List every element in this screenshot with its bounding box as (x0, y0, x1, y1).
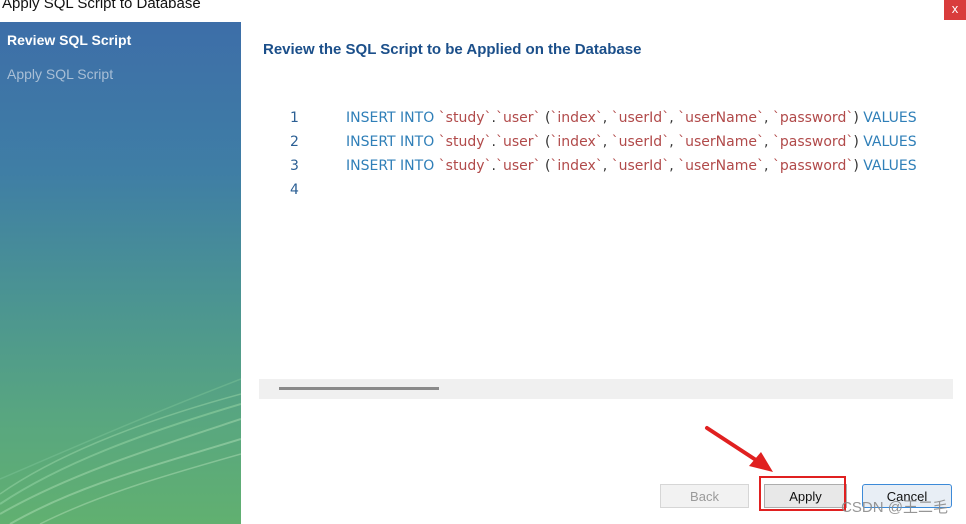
line-number: 3 (290, 158, 299, 174)
code-line: 3 INSERT INTO `study`.`user` (`index`, `… (259, 158, 953, 182)
sql-column: `password` (772, 134, 854, 150)
sidebar-decoration (0, 378, 241, 524)
sql-column: `userId` (611, 110, 670, 126)
back-button[interactable]: Back (660, 484, 749, 508)
apply-button[interactable]: Apply (764, 484, 847, 508)
sql-punct: , (763, 158, 773, 174)
sql-keyword: VALUES (863, 158, 917, 174)
sql-column: `userName` (678, 110, 764, 126)
line-number: 4 (290, 182, 299, 198)
code-line: 4 (259, 182, 953, 206)
sql-keyword: VALUES (863, 134, 917, 150)
sql-punct: , (669, 110, 679, 126)
sql-column: `index` (550, 134, 603, 150)
sql-punct: , (602, 110, 612, 126)
sql-column: `userName` (678, 158, 764, 174)
sql-column: `password` (772, 158, 854, 174)
sql-punct: ( (540, 110, 551, 126)
sql-punct: , (763, 110, 773, 126)
close-icon: x (951, 1, 959, 16)
sql-schema: `study` (438, 158, 492, 174)
close-button[interactable]: x (944, 0, 966, 20)
sql-punct: , (669, 134, 679, 150)
horizontal-scrollbar[interactable] (259, 379, 953, 399)
sql-keyword: INSERT INTO (346, 134, 439, 150)
code-line: 1 INSERT INTO `study`.`user` (`index`, `… (259, 110, 953, 134)
sql-punct: , (602, 134, 612, 150)
watermark: CSDN @王二毛 (841, 499, 948, 516)
sql-schema: `study` (438, 110, 492, 126)
main-content: Review the SQL Script to be Applied on t… (241, 22, 966, 524)
sql-punct: , (763, 134, 773, 150)
scrollbar-thumb[interactable] (279, 387, 439, 390)
sql-punct: ) (853, 134, 864, 150)
window-title: Apply SQL Script to Database (2, 0, 201, 12)
code-line: 2 INSERT INTO `study`.`user` (`index`, `… (259, 134, 953, 158)
sidebar-item-review-sql-script: Review SQL Script (7, 32, 132, 48)
sql-punct: ( (540, 134, 551, 150)
page-title: Review the SQL Script to be Applied on t… (263, 41, 642, 58)
sql-column: `index` (550, 110, 603, 126)
sql-column: `password` (772, 110, 854, 126)
sql-punct: ) (853, 110, 864, 126)
sql-script-editor[interactable]: 1 INSERT INTO `study`.`user` (`index`, `… (259, 104, 953, 400)
sql-keyword: INSERT INTO (346, 158, 439, 174)
arrow-icon (705, 426, 773, 472)
title-bar: Apply SQL Script to Database x (0, 0, 966, 22)
dialog-window: Apply SQL Script to Database x Review SQ… (0, 0, 966, 524)
sql-statement: INSERT INTO `study`.`user` (`index`, `us… (346, 134, 917, 150)
sql-table: `user` (495, 134, 541, 150)
sql-keyword: INSERT INTO (346, 110, 439, 126)
line-number: 1 (290, 110, 299, 126)
sql-punct: ) (853, 158, 864, 174)
sql-column: `userId` (611, 134, 670, 150)
line-number: 2 (290, 134, 299, 150)
sql-column: `userId` (611, 158, 670, 174)
sidebar-item-apply-sql-script: Apply SQL Script (7, 66, 114, 82)
sql-column: `userName` (678, 134, 764, 150)
sql-column: `index` (550, 158, 603, 174)
sql-punct: ( (540, 158, 551, 174)
wizard-sidebar: Review SQL Script Apply SQL Script (0, 22, 241, 524)
sql-punct: , (602, 158, 612, 174)
sql-table: `user` (495, 110, 541, 126)
sql-keyword: VALUES (863, 110, 917, 126)
sql-table: `user` (495, 158, 541, 174)
sql-statement: INSERT INTO `study`.`user` (`index`, `us… (346, 110, 917, 126)
sql-statement: INSERT INTO `study`.`user` (`index`, `us… (346, 158, 917, 174)
sql-punct: , (669, 158, 679, 174)
sql-schema: `study` (438, 134, 492, 150)
